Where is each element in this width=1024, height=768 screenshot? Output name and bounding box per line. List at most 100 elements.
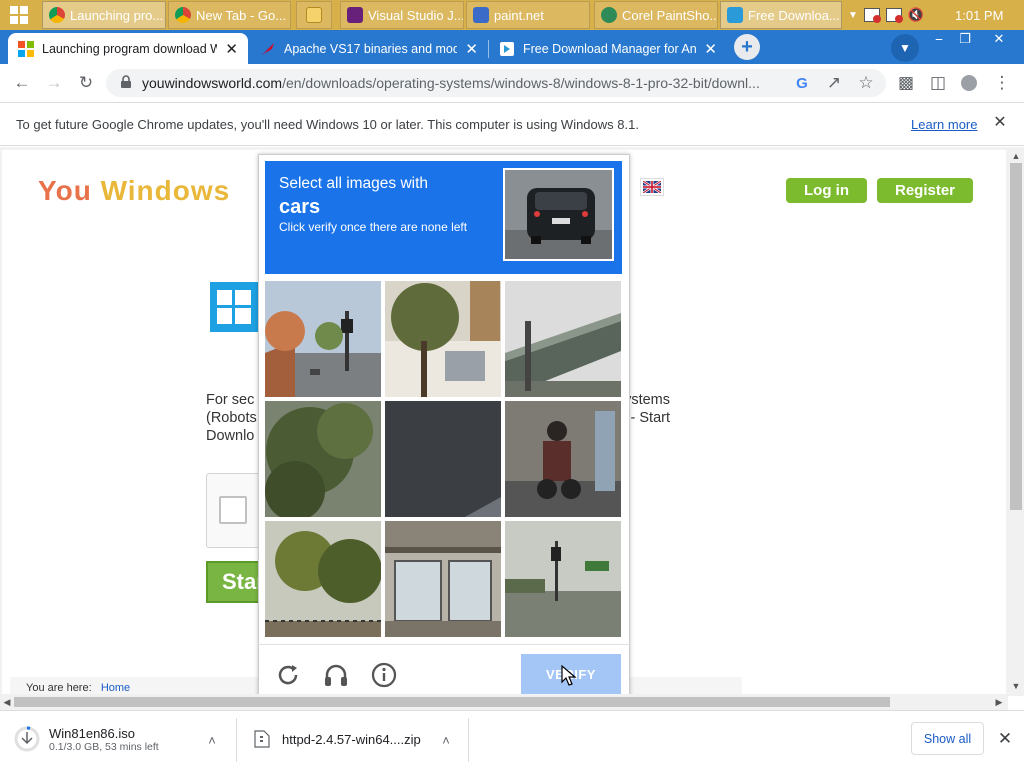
back-button[interactable]: ← [8,69,36,97]
tab-free-download-manager[interactable]: Free Download Manager for And ✕ [489,33,727,64]
audio-challenge-button[interactable] [321,660,351,690]
infobar-close-button[interactable]: ✕ [990,112,1010,132]
paintnet-icon [473,7,489,23]
profile-button[interactable] [955,69,983,97]
action-center-error-icon[interactable] [885,8,903,23]
register-button[interactable]: Register [877,178,973,203]
reload-button[interactable]: ↻ [72,69,100,97]
scroll-left-arrow-icon[interactable]: ◀ [0,695,14,709]
download-options-button[interactable]: ˄ [436,730,456,750]
para-line-1-left: For sec [206,392,255,408]
login-button[interactable]: Log in [786,178,867,203]
scroll-up-arrow-icon[interactable]: ▲ [1009,149,1023,163]
taskbar-item-file-explorer[interactable] [296,1,332,29]
taskbar-item-paintnet[interactable]: paint.net [466,1,590,29]
extensions-button[interactable]: ▩ [892,69,920,97]
taskbar-clock[interactable]: 1:01 PM [955,0,1007,30]
infobar-message: To get future Google Chrome updates, you… [16,117,639,132]
tab-close-icon[interactable]: ✕ [225,40,238,58]
taskbar-item-label: Corel PaintSho... [622,7,718,23]
free-download-manager-icon [727,7,743,23]
close-window-button[interactable]: ✕ [984,31,1014,47]
captcha-tile-1[interactable] [265,281,381,397]
taskbar-item-corel-paintshop[interactable]: Corel PaintSho... [594,1,718,29]
chrome-menu-button[interactable]: ⋮ [988,69,1016,97]
captcha-tile-3[interactable] [505,281,621,397]
language-flag-button[interactable] [640,178,664,196]
lock-icon[interactable] [119,75,133,89]
close-download-shelf-button[interactable]: ✕ [995,729,1015,749]
captcha-tile-4[interactable] [265,401,381,517]
taskbar-item-chrome-launching[interactable]: Launching pro... [42,1,166,29]
zip-file-icon [254,730,270,748]
speaker-muted-icon[interactable]: 🔇 [908,7,924,23]
google-lens-button[interactable]: G [788,69,816,97]
download-filename: Win81en86.iso [49,725,135,741]
arrow-right-icon: → [45,73,63,92]
captcha-tile-5[interactable] [385,401,501,517]
headphones-icon [325,664,347,686]
url-path: /en/downloads/operating-systems/windows-… [282,75,760,91]
star-icon: ☆ [858,73,874,92]
taskbar-item-label: paint.net [494,7,544,23]
network-error-icon[interactable] [863,8,881,23]
windows-flag-icon [18,40,34,57]
show-all-downloads-button[interactable]: Show all [911,722,984,755]
visual-studio-icon [347,7,363,23]
tab-close-icon[interactable]: ✕ [704,40,717,58]
taskbar-item-label: Free Downloa... [748,7,840,23]
captcha-tile-7[interactable] [265,521,381,637]
mouse-cursor-icon [561,665,577,686]
captcha-tile-2[interactable] [385,281,501,397]
share-button[interactable]: ↗ [820,69,848,97]
arrow-left-icon: ← [13,73,31,92]
tab-close-icon[interactable]: ✕ [465,40,478,58]
site-logo[interactable]: You Windows [38,175,230,207]
tab-label: Apache VS17 binaries and modul [284,41,458,56]
taskbar-item-free-download-manager[interactable]: Free Downloa... [720,1,842,29]
start-download-button[interactable]: Star [206,561,266,603]
forward-button[interactable]: → [40,69,68,97]
tab-apache-vs17[interactable]: Apache VS17 binaries and modul ✕ [250,33,488,64]
taskbar-item-label: New Tab - Go... [196,7,287,23]
side-panel-button[interactable]: ◫ [924,69,952,97]
folder-icon [306,7,322,23]
download-options-button[interactable]: ˄ [202,730,222,750]
horizontal-scroll-thumb[interactable] [14,697,890,707]
taskbar-item-chrome-newtab[interactable]: New Tab - Go... [168,1,291,29]
close-icon: ✕ [997,729,1013,748]
restore-button[interactable]: ❐ [950,31,980,47]
logo-part-2: Windows [100,175,231,206]
tab-launching-program[interactable]: Launching program download W ✕ [8,33,248,64]
tab-search-button[interactable]: ▼ [891,34,919,62]
chevron-down-icon: ▼ [899,41,911,55]
captcha-target: cars [279,196,321,218]
download-item-iso[interactable]: Win81en86.iso 0.1/3.0 GB, 53 mins left [14,712,224,766]
vertical-scroll-thumb[interactable] [1010,163,1022,510]
captcha-tile-6[interactable] [505,401,621,517]
url-text[interactable]: youwindowsworld.com/en/downloads/operati… [142,75,760,91]
breadcrumb-home-link[interactable]: Home [101,682,130,694]
minimize-icon: ⎯ [935,31,943,46]
bookmark-button[interactable]: ☆ [852,69,880,97]
scroll-down-arrow-icon[interactable]: ▼ [1009,679,1023,693]
taskbar-item-visual-studio[interactable]: Visual Studio J... [340,1,464,29]
info-button[interactable] [369,660,399,690]
tab-label: Launching program download W [42,41,218,56]
learn-more-link[interactable]: Learn more [911,117,977,132]
download-item-zip[interactable]: httpd-2.4.57-win64....zip [254,712,434,766]
captcha-sample-image [503,168,614,261]
windows-start-button[interactable] [0,0,38,30]
captcha-tile-8[interactable] [385,521,501,637]
scroll-right-arrow-icon[interactable]: ▶ [992,695,1006,709]
download-filename: httpd-2.4.57-win64....zip [282,731,421,747]
captcha-footer-divider [258,644,630,645]
new-tab-button[interactable]: + [734,34,760,60]
system-tray: ▼ 🔇 [848,0,924,30]
kebab-menu-icon: ⋮ [993,73,1011,92]
captcha-tile-9[interactable] [505,521,621,637]
refresh-challenge-button[interactable] [273,660,303,690]
recaptcha-checkbox[interactable] [219,496,247,524]
taskbar-item-label: Visual Studio J... [368,7,464,23]
tray-chevron-icon[interactable]: ▼ [848,10,858,21]
